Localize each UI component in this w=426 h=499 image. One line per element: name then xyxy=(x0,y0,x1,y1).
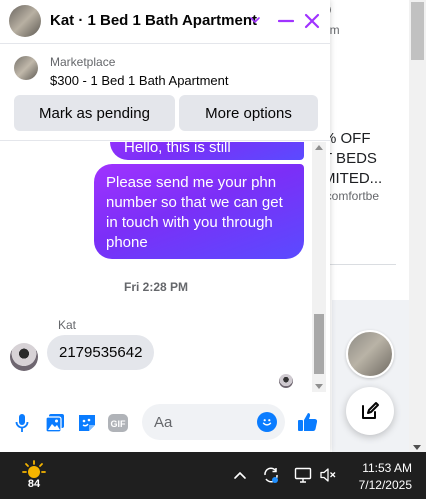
clock-time[interactable]: 11:53 AM xyxy=(356,461,412,475)
message-thread: Hello, this is still available Please se… xyxy=(0,142,312,392)
mark-as-pending-button[interactable]: Mark as pending xyxy=(14,95,175,131)
weather-widget[interactable]: 84 xyxy=(21,460,47,492)
scroll-down-arrow-icon[interactable] xyxy=(315,384,323,389)
minimize-button[interactable] xyxy=(275,10,297,32)
photo-icon[interactable] xyxy=(44,412,66,434)
chat-head-avatar[interactable] xyxy=(346,330,394,378)
listing-thumbnail[interactable] xyxy=(14,56,38,80)
chat-scrollbar-thumb[interactable] xyxy=(314,314,324,374)
svg-text:GIF: GIF xyxy=(111,419,127,429)
weather-temperature: 84 xyxy=(27,478,41,490)
chat-title[interactable]: Kat · 1 Bed 1 Bath Apartment xyxy=(50,12,257,29)
sender-name: Kat xyxy=(58,318,77,332)
avatar[interactable] xyxy=(9,5,41,37)
message-timestamp: Fri 2:28 PM xyxy=(123,280,189,294)
divider xyxy=(320,264,396,265)
compose-icon xyxy=(362,402,379,419)
close-icon xyxy=(304,13,320,29)
composer: GIF xyxy=(0,400,330,444)
microphone-icon[interactable] xyxy=(11,412,33,434)
clock-date[interactable]: 7/12/2025 xyxy=(346,478,412,492)
page-scrollbar[interactable] xyxy=(409,0,426,452)
incoming-message: 2179535642 xyxy=(47,335,155,370)
sun-icon xyxy=(22,460,46,478)
speaker-muted-icon[interactable] xyxy=(319,466,337,484)
listing-title[interactable]: $300 - 1 Bed 1 Bath Apartment xyxy=(50,73,229,88)
chevron-down-icon[interactable] xyxy=(249,13,261,31)
background-text: lcomfortbe xyxy=(323,189,380,203)
background-text[interactable]: T BEDS xyxy=(323,148,377,169)
outgoing-message: Hello, this is still available xyxy=(110,142,304,176)
outgoing-message: Please send me your phn number so that w… xyxy=(94,164,304,259)
like-icon[interactable] xyxy=(296,410,320,439)
read-receipt-avatar xyxy=(279,374,293,388)
gif-icon[interactable]: GIF xyxy=(107,412,129,434)
display-icon[interactable] xyxy=(294,466,312,484)
scroll-down-arrow-icon[interactable] xyxy=(413,445,421,450)
chevron-up-icon[interactable] xyxy=(231,466,249,484)
emoji-icon[interactable] xyxy=(257,412,277,432)
background-text[interactable]: MITED... xyxy=(323,168,382,189)
sender-avatar[interactable] xyxy=(10,343,38,371)
listing-source: Marketplace xyxy=(50,55,116,69)
chat-header[interactable]: Kat · 1 Bed 1 Bath Apartment xyxy=(0,0,330,44)
chat-window: Kat · 1 Bed 1 Bath Apartment Marketplace… xyxy=(0,0,330,452)
page-scrollbar-thumb[interactable] xyxy=(411,2,424,60)
more-options-button[interactable]: More options xyxy=(179,95,318,131)
sync-icon[interactable] xyxy=(262,466,280,484)
chat-scrollbar[interactable] xyxy=(312,142,326,392)
background-text[interactable]: % OFF xyxy=(323,128,371,149)
minimize-icon xyxy=(278,19,294,23)
new-message-button[interactable] xyxy=(346,387,394,435)
scroll-up-arrow-icon[interactable] xyxy=(315,145,323,150)
sticker-icon[interactable] xyxy=(76,412,98,434)
close-button[interactable] xyxy=(301,10,323,32)
listing-card: Marketplace $300 - 1 Bed 1 Bath Apartmen… xyxy=(0,45,330,141)
taskbar: 84 11:53 AM 7/12/2025 xyxy=(0,452,426,499)
